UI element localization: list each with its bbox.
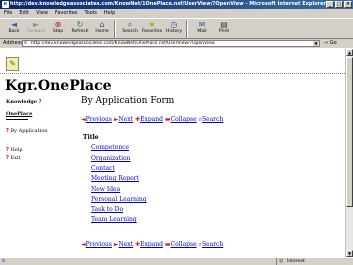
sidebar-item-help[interactable]: ? Help — [6, 147, 23, 153]
stop-button[interactable]: ⊗ Stop — [47, 19, 69, 39]
home-icon: ⌂ — [99, 20, 105, 29]
address-label: Address — [3, 40, 23, 46]
stop-icon: ⊗ — [54, 20, 62, 29]
status-bar: e ◍ Internet — [0, 257, 353, 265]
list-item[interactable]: Team Learning — [91, 216, 137, 223]
search-link[interactable]: Search — [202, 241, 223, 248]
back-button[interactable]: ◄ Back — [3, 19, 25, 39]
favorites-icon: ★ — [148, 20, 156, 29]
address-bar: Address e http://dev.knowledgeassociates… — [0, 39, 353, 48]
home-button[interactable]: ⌂ Home — [91, 19, 113, 39]
toolbar: ◄ Back ► Forward ⊗ Stop ↻ Refresh ⌂ Home… — [0, 18, 353, 39]
menu-bar: File Edit View Favorites Tools Help — [0, 9, 353, 18]
address-input[interactable]: e http://dev.knowledgeassociates.com/Kno… — [22, 40, 320, 47]
window-title-bar: e http://dev.knowledgeassociates.com/Kno… — [0, 0, 353, 9]
sidebar-heading: Knowledge ? — [6, 99, 42, 105]
security-zone: ◍ Internet — [276, 258, 353, 265]
sidebar-item-exit[interactable]: ? Exit — [6, 155, 21, 161]
chevron-down-icon[interactable]: ▼ — [313, 41, 319, 46]
previous-link[interactable]: Previous — [86, 241, 112, 248]
underline-rule — [6, 119, 28, 120]
menu-file[interactable]: File — [4, 9, 12, 18]
previous-link[interactable]: Previous — [86, 116, 112, 123]
menu-view[interactable]: View — [36, 9, 48, 18]
menu-favorites[interactable]: Favorites — [55, 9, 78, 18]
ie-icon: e — [2, 1, 9, 8]
minimize-button[interactable]: _ — [326, 1, 334, 8]
page-done-icon: e — [2, 258, 6, 264]
search-button[interactable]: ⌕ Search — [119, 19, 141, 39]
forward-arrow-icon: ► — [32, 20, 40, 29]
app-logo-icon[interactable]: ✎ — [6, 57, 19, 71]
help-question-icon: ? — [6, 128, 9, 134]
scroll-up-icon[interactable]: ▲ — [346, 49, 353, 56]
list-item[interactable]: Task to Do — [91, 206, 123, 213]
print-icon: ▤ — [220, 20, 228, 29]
forward-button[interactable]: ► Forward — [25, 19, 47, 39]
column-title: Title — [83, 134, 99, 141]
list-item[interactable]: Personal Learning — [91, 196, 147, 203]
mail-icon: ✉ — [198, 20, 206, 29]
back-arrow-icon: ◄ — [10, 20, 18, 29]
history-icon: ◷ — [170, 20, 178, 29]
page-viewport: ✎ Kgr.OnePlace Knowledge ? OnePlace ? By… — [0, 49, 345, 257]
list-item[interactable]: Organization — [91, 155, 131, 162]
collapse-link[interactable]: Collapse — [171, 241, 197, 248]
sidebar-item-by-application[interactable]: ? By Application — [6, 128, 47, 134]
list-item[interactable]: Meeting Report — [91, 175, 139, 182]
sidebar-item-oneplace[interactable]: OnePlace — [6, 111, 32, 117]
expand-link[interactable]: Expand — [140, 241, 163, 248]
expand-link[interactable]: Expand — [140, 116, 163, 123]
print-button[interactable]: ▤ Print — [213, 19, 235, 39]
address-url: http://dev.knowledgeassociates.com/KnowN… — [31, 41, 215, 46]
help-question-icon[interactable]: ? — [39, 99, 42, 105]
next-link[interactable]: Next — [119, 116, 134, 123]
refresh-icon: ↻ — [76, 20, 84, 29]
go-button[interactable]: ➔ Go — [324, 39, 337, 48]
go-arrow-icon: ➔ — [324, 40, 329, 46]
toolbar-separator — [186, 21, 188, 38]
help-question-icon: ? — [6, 147, 9, 153]
window-title: http://dev.knowledgeassociates.com/KnowN… — [10, 1, 326, 7]
scroll-down-icon[interactable]: ▼ — [346, 250, 353, 257]
mail-button[interactable]: ✉ Mail — [191, 19, 213, 39]
vertical-scrollbar[interactable]: ▲ ▼ — [345, 49, 353, 257]
toolbar-separator — [114, 21, 116, 38]
list-item[interactable]: New Idea — [91, 186, 120, 193]
history-button[interactable]: ◷ History — [163, 19, 185, 39]
scrollbar-thumb[interactable] — [346, 57, 353, 207]
close-button[interactable]: × — [344, 1, 352, 8]
menu-tools[interactable]: Tools — [85, 9, 97, 18]
site-title: Kgr.OnePlace — [5, 78, 112, 94]
globe-icon: ◍ — [279, 258, 284, 264]
divider — [0, 73, 345, 74]
search-icon: ⌕ — [127, 20, 133, 29]
page-icon: e — [24, 40, 28, 46]
nav-toolbar-top: ◄Previous ►Next ✚Expand ▬Collapse ⌕Searc… — [81, 116, 223, 124]
menu-edit[interactable]: Edit — [19, 9, 29, 18]
refresh-button[interactable]: ↻ Refresh — [69, 19, 91, 39]
list-item[interactable]: Contact — [91, 165, 115, 172]
collapse-link[interactable]: Collapse — [171, 116, 197, 123]
nav-toolbar-bottom: ◄Previous ►Next ✚Expand ▬Collapse ⌕Searc… — [81, 241, 223, 249]
next-link[interactable]: Next — [119, 241, 134, 248]
maximize-button[interactable]: □ — [335, 1, 343, 8]
search-link[interactable]: Search — [202, 116, 223, 123]
form-title: By Application Form — [81, 96, 175, 106]
list-item[interactable]: Competence — [91, 144, 129, 151]
favorites-button[interactable]: ★ Favorites — [141, 19, 163, 39]
menu-help[interactable]: Help — [104, 9, 115, 18]
help-question-icon: ? — [6, 155, 9, 161]
